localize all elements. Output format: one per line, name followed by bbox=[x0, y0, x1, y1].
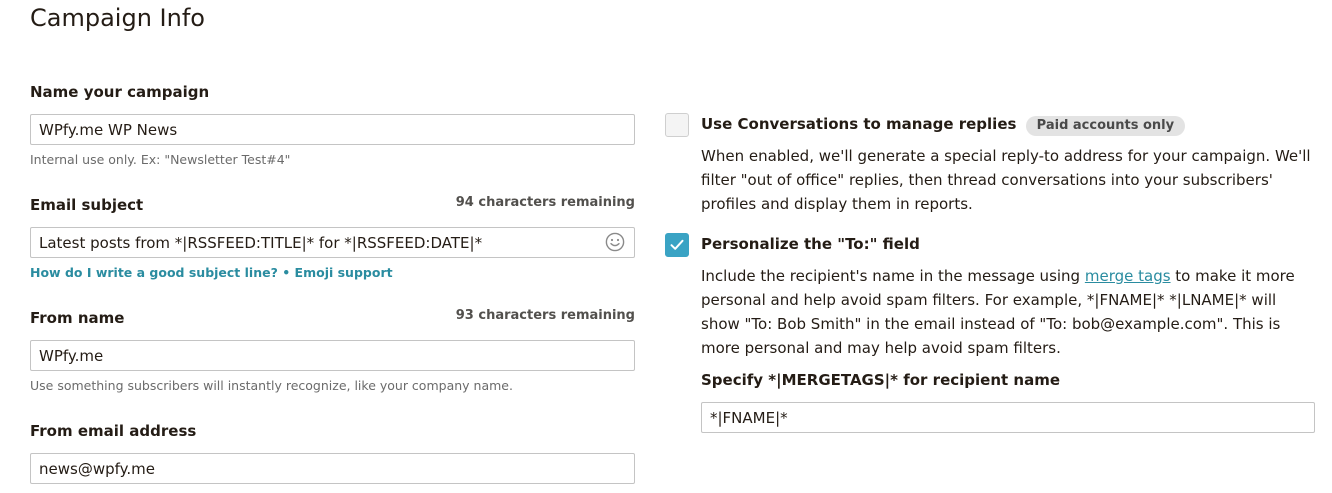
from-email-label: From email address bbox=[30, 422, 197, 440]
emoji-support-link[interactable]: Emoji support bbox=[295, 265, 393, 280]
link-separator: • bbox=[277, 265, 295, 280]
personalize-to-checkbox[interactable] bbox=[665, 233, 689, 257]
campaign-name-help: Internal use only. Ex: "Newsletter Test#… bbox=[30, 152, 291, 167]
conversations-label: Use Conversations to manage replies bbox=[701, 115, 1017, 133]
conversations-option: Use Conversations to manage replies Paid… bbox=[701, 114, 1186, 136]
conversations-checkbox[interactable] bbox=[665, 113, 689, 137]
from-name-label: From name bbox=[30, 309, 125, 327]
from-name-char-count: 93 characters remaining bbox=[455, 308, 635, 323]
from-name-help: Use something subscribers will instantly… bbox=[30, 378, 513, 393]
conversations-description: When enabled, we'll generate a special r… bbox=[701, 147, 1311, 213]
mergetag-input[interactable] bbox=[701, 402, 1315, 433]
personalize-to-description: Include the recipient's name in the mess… bbox=[701, 264, 1315, 360]
email-subject-char-count: 94 characters remaining bbox=[455, 195, 635, 210]
smiley-face-icon[interactable] bbox=[605, 232, 625, 252]
paid-accounts-badge: Paid accounts only bbox=[1025, 116, 1186, 136]
from-name-input[interactable] bbox=[30, 340, 635, 371]
email-subject-label: Email subject bbox=[30, 196, 144, 214]
email-subject-input[interactable] bbox=[30, 227, 635, 258]
personalize-to-label: Personalize the "To:" field bbox=[701, 235, 920, 253]
campaign-name-label: Name your campaign bbox=[30, 83, 210, 101]
desc-text-before: Include the recipient's name in the mess… bbox=[701, 267, 1085, 285]
merge-tags-link[interactable]: merge tags bbox=[1085, 267, 1171, 285]
email-subject-help-links: How do I write a good subject line? • Em… bbox=[30, 264, 393, 282]
checkmark-icon bbox=[670, 239, 684, 250]
page-title: Campaign Info bbox=[30, 4, 205, 32]
from-email-input[interactable] bbox=[30, 453, 635, 484]
campaign-name-input[interactable] bbox=[30, 114, 635, 145]
mergetag-label: Specify *|MERGETAGS|* for recipient name bbox=[701, 371, 1060, 389]
subject-line-help-link[interactable]: How do I write a good subject line? bbox=[30, 265, 278, 280]
